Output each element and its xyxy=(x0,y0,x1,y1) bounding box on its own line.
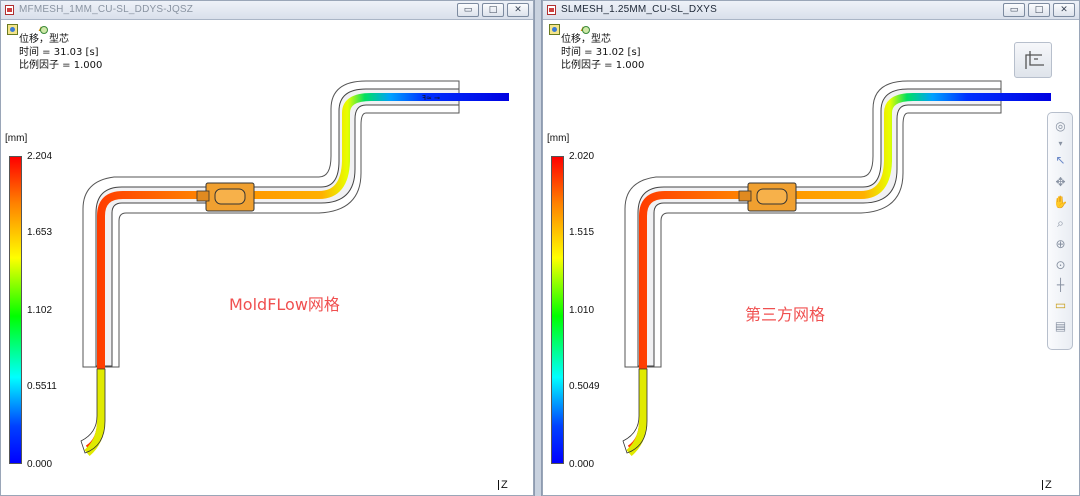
select-arrow-icon[interactable]: ↖ xyxy=(1053,153,1068,168)
right-axis-indicator: Z xyxy=(1042,479,1052,491)
right-part-model[interactable] xyxy=(543,1,1080,496)
chevron-down-icon[interactable]: ▾ xyxy=(1053,136,1068,151)
measure-icon[interactable]: ▭ xyxy=(1053,298,1068,313)
view-cube-icon xyxy=(1025,51,1044,69)
navigation-toolbar[interactable]: ◎ ▾ ↖ ✥ ✋ ⌕ ⊕ ⊙ ┼ ▭ ▤ xyxy=(1047,112,1073,350)
pan-hand-icon[interactable]: ✋ xyxy=(1053,195,1068,210)
svg-text:ꟻ≈ ⊸: ꟻ≈ ⊸ xyxy=(422,94,440,102)
left-annotation: MoldFLow网格 xyxy=(229,295,340,314)
left-axis-indicator: Z xyxy=(498,479,508,491)
orbit-ring-icon[interactable]: ◎ xyxy=(1053,119,1068,134)
left-part-model[interactable]: ꟻ≈ ⊸ xyxy=(1,1,535,496)
center-icon[interactable]: ┼ xyxy=(1053,278,1068,293)
right-annotation: 第三方网格 xyxy=(745,305,826,324)
zoom-rect-icon[interactable]: ⌕ xyxy=(1053,216,1068,231)
pane-splitter[interactable] xyxy=(534,0,542,496)
zoom-icon[interactable]: ⊕ xyxy=(1053,237,1068,252)
rotate-icon[interactable]: ✥ xyxy=(1053,175,1068,190)
zoom-fit-icon[interactable]: ⊙ xyxy=(1053,258,1068,273)
right-viewport-window[interactable]: SLMESH_1.25MM_CU-SL_DXYS ▭ □ ✕ ▲ 位移，型芯 时… xyxy=(542,0,1080,496)
left-viewport-window[interactable]: MFMESH_1MM_CU-SL_DDYS-JQSZ ▭ □ ✕ ▲ 位移，型芯… xyxy=(0,0,534,496)
print-icon[interactable]: ▤ xyxy=(1053,319,1068,334)
view-cube-button[interactable] xyxy=(1014,42,1052,78)
